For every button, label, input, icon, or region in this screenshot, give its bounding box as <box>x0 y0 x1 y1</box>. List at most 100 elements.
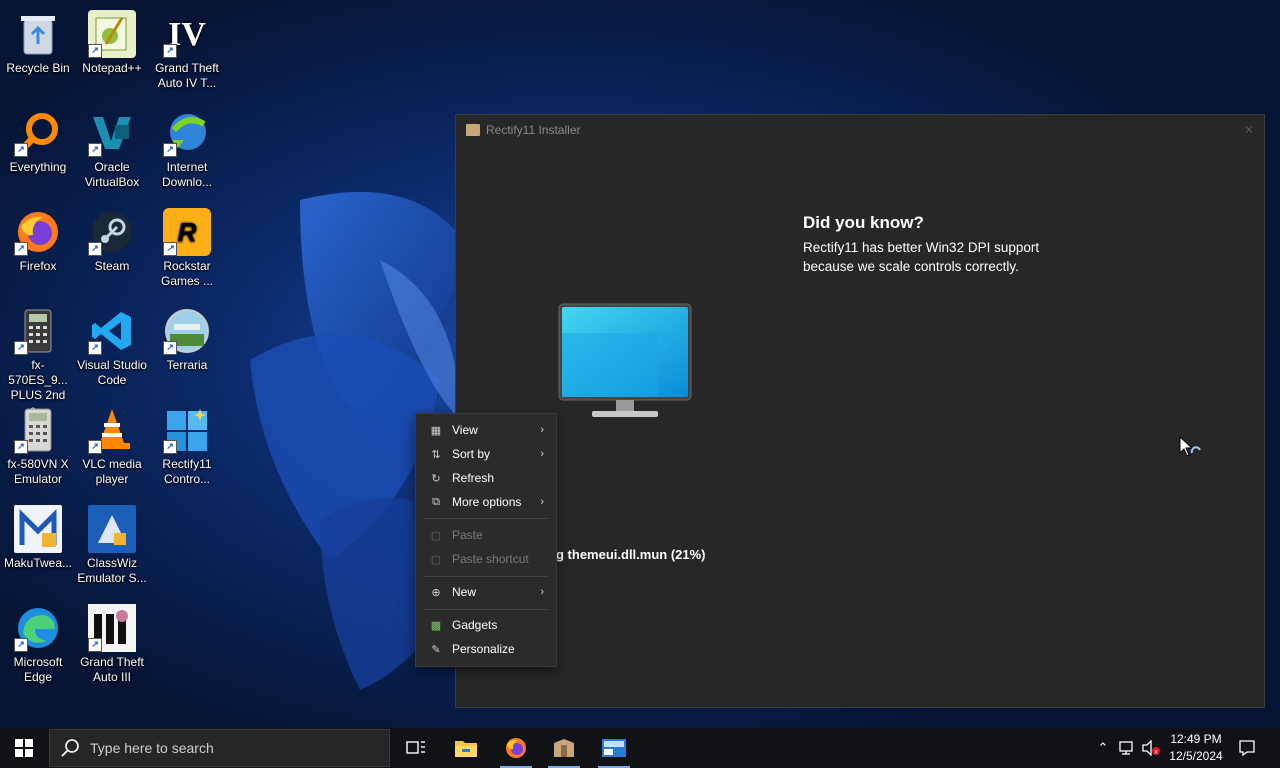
desktop-icon-edge[interactable]: ↗ Microsoft Edge <box>0 598 76 690</box>
desktop-icon-firefox[interactable]: ↗ Firefox <box>0 202 76 294</box>
desktop-icon-label: VLC media player <box>82 457 142 486</box>
gta-iv-icon: IV ↗ <box>163 10 211 58</box>
desktop-icon-label: Steam <box>94 259 130 273</box>
volume-tray-button[interactable]: x <box>1140 728 1162 768</box>
desktop-icon-label: Everything <box>9 160 67 174</box>
monitor-icon <box>558 303 692 417</box>
desktop-icon-fx570[interactable]: ↗ fx-570ES_9... PLUS 2nd e... <box>0 301 76 417</box>
desktop-icon-rectify11[interactable]: ↗ Rectify11 Contro... <box>149 400 225 492</box>
desktop-icon-label: Terraria <box>166 358 208 372</box>
more-options-icon: ⧉ <box>432 495 440 508</box>
menu-item-gadgets[interactable]: ▩ Gadgets <box>416 613 556 637</box>
clock-time: 12:49 PM <box>1170 732 1222 746</box>
desktop-icon-gta-iv[interactable]: IV ↗ Grand Theft Auto IV T... <box>149 4 225 96</box>
rockstar-games-icon: R ↗ <box>163 208 211 256</box>
desktop-icon-label: Recycle Bin <box>6 61 70 75</box>
desktop-icon-gta-iii[interactable]: ↗ Grand Theft Auto III <box>74 598 150 690</box>
installer-icon <box>554 739 574 757</box>
mouse-cursor-icon <box>1179 436 1201 457</box>
shortcut-arrow-icon: ↗ <box>163 44 177 58</box>
shortcut-arrow-icon: ↗ <box>14 341 28 355</box>
shortcut-arrow-icon: ↗ <box>163 341 177 355</box>
calculator-icon: ↗ <box>14 406 62 454</box>
menu-separator <box>424 518 548 519</box>
taskbar-firefox[interactable] <box>494 728 538 768</box>
desktop-icon-label: Oracle VirtualBox <box>84 160 140 189</box>
desktop-icon-rockstar[interactable]: R ↗ Rockstar Games ... <box>149 202 225 294</box>
menu-separator <box>424 576 548 577</box>
task-view-button[interactable] <box>394 728 438 768</box>
clock-date: 12/5/2024 <box>1169 749 1223 763</box>
volume-muted-icon: x <box>1142 740 1160 756</box>
shortcut-arrow-icon: ↗ <box>14 638 28 652</box>
desktop-icon-steam[interactable]: ↗ Steam <box>74 202 150 294</box>
menu-item-sort-by[interactable]: ⇅ Sort by › <box>416 442 556 466</box>
taskbar-rectify11-control[interactable] <box>592 728 636 768</box>
show-hidden-icons-button[interactable]: ⌃ <box>1094 728 1112 768</box>
desktop-icon-terraria[interactable]: ↗ Terraria <box>149 301 225 393</box>
chevron-up-icon: ⌃ <box>1097 740 1109 755</box>
notepadpp-icon: ↗ <box>88 10 136 58</box>
menu-item-more-options[interactable]: ⧉ More options › <box>416 490 556 514</box>
desktop-icon-makutweaker[interactable]: MakuTwea... <box>0 499 76 591</box>
svg-text:x: x <box>1154 749 1158 756</box>
desktop-icon-label: MakuTwea... <box>3 556 73 570</box>
desktop-icon-classwiz[interactable]: ClassWiz Emulator S... <box>74 499 150 591</box>
taskbar-clock[interactable]: 12:49 PM 12/5/2024 <box>1168 731 1224 765</box>
paste-shortcut-icon: ▢ <box>430 553 442 566</box>
menu-separator <box>424 609 548 610</box>
notification-center-button[interactable] <box>1232 728 1262 768</box>
paste-icon: ▢ <box>430 529 442 542</box>
taskbar-search-box[interactable]: Type here to search <box>49 729 390 767</box>
gta-iii-icon: ↗ <box>88 604 136 652</box>
internet-download-manager-icon: ↗ <box>163 109 211 157</box>
classwiz-icon <box>88 505 136 553</box>
everything-search-icon: ↗ <box>14 109 62 157</box>
shortcut-arrow-icon: ↗ <box>14 143 28 157</box>
chevron-right-icon: › <box>540 496 544 508</box>
network-tray-button[interactable] <box>1116 728 1138 768</box>
start-button[interactable] <box>0 728 48 768</box>
desktop-icon-vscode[interactable]: ↗ Visual Studio Code <box>74 301 150 393</box>
desktop-context-menu[interactable]: ▦ View › ⇅ Sort by › ↻ Refresh ⧉ More op… <box>415 413 557 667</box>
firefox-icon: ↗ <box>14 208 62 256</box>
shortcut-arrow-icon: ↗ <box>163 143 177 157</box>
menu-item-label: More options <box>452 495 522 509</box>
recycle-bin-icon <box>14 10 62 58</box>
terraria-icon: ↗ <box>163 307 211 355</box>
task-view-icon <box>406 741 425 754</box>
menu-item-new[interactable]: ⊕ New › <box>416 580 556 604</box>
menu-item-label: Sort by <box>452 447 491 461</box>
desktop-icon-recycle-bin[interactable]: Recycle Bin <box>0 4 76 96</box>
taskbar-file-explorer[interactable] <box>444 728 488 768</box>
file-explorer-icon <box>455 741 477 757</box>
desktop-icon-vlc[interactable]: ↗ VLC media player <box>74 400 150 492</box>
desktop-icon-label: Rectify11 Contro... <box>162 457 212 486</box>
desktop-icon-idm[interactable]: ↗ Internet Downlo... <box>149 103 225 195</box>
taskbar-installer[interactable] <box>542 728 586 768</box>
desktop-icon-fx580[interactable]: ↗ fx-580VN X Emulator <box>0 400 76 492</box>
menu-item-refresh[interactable]: ↻ Refresh <box>416 466 556 490</box>
shortcut-arrow-icon: ↗ <box>88 44 102 58</box>
desktop-icon-everything[interactable]: ↗ Everything <box>0 103 76 195</box>
desktop-icon-notepadpp[interactable]: ↗ Notepad++ <box>74 4 150 96</box>
desktop-icon-label: Visual Studio Code <box>77 358 147 387</box>
vscode-icon: ↗ <box>88 307 136 355</box>
shortcut-arrow-icon: ↗ <box>88 440 102 454</box>
search-placeholder: Type here to search <box>90 740 214 756</box>
desktop-icon-virtualbox[interactable]: ↗ Oracle VirtualBox <box>74 103 150 195</box>
menu-item-view[interactable]: ▦ View › <box>416 418 556 442</box>
shortcut-arrow-icon: ↗ <box>163 440 177 454</box>
rectify11-installer-window[interactable]: Rectify11 Installer ✕ Did you know? Rect… <box>455 114 1265 708</box>
desktop-icon-label: Internet Downlo... <box>161 160 213 189</box>
did-you-know-title: Did you know? <box>803 213 924 232</box>
menu-item-label: Personalize <box>452 642 515 656</box>
desktop-icon-label: Grand Theft Auto IV T... <box>155 61 219 90</box>
menu-item-personalize[interactable]: ✎ Personalize <box>416 637 556 661</box>
window-titlebar[interactable]: Rectify11 Installer <box>456 115 1264 145</box>
menu-item-label: Refresh <box>452 471 495 485</box>
notification-icon <box>1239 740 1255 757</box>
menu-item-label: New <box>452 585 477 599</box>
did-you-know-body: Rectify11 has better Win32 DPI support b… <box>803 240 1040 274</box>
close-icon[interactable]: ✕ <box>1244 123 1254 137</box>
